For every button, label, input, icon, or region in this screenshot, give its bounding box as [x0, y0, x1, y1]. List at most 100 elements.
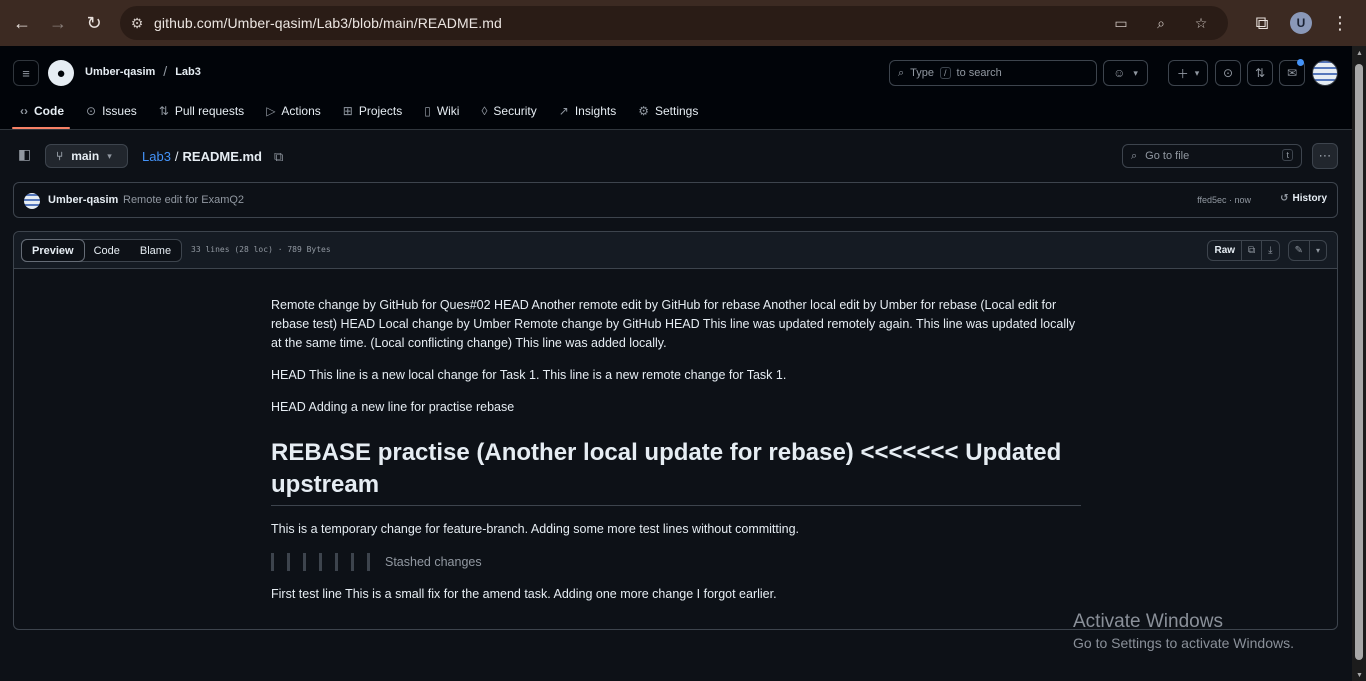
- history-label: History: [1292, 193, 1327, 204]
- tab-preview[interactable]: Preview: [21, 239, 85, 262]
- tab-pull-requests[interactable]: ⇅ Pull requests: [151, 100, 252, 122]
- url-text: github.com/Umber-qasim/Lab3/blob/main/RE…: [154, 15, 502, 31]
- browser-menu-icon[interactable]: ⋮: [1322, 5, 1358, 41]
- blockquote-bar: [335, 552, 338, 571]
- scroll-up-icon[interactable]: ▲: [1356, 50, 1363, 57]
- site-info-icon[interactable]: ⚙: [120, 6, 154, 40]
- tab-settings[interactable]: ⚙ Settings: [630, 100, 706, 122]
- zoom-icon[interactable]: ⌕: [1144, 6, 1178, 40]
- notification-dot: [1297, 59, 1304, 66]
- sidebar-toggle-icon[interactable]: ◧: [18, 146, 31, 163]
- breadcrumb-repo-link[interactable]: Lab3: [142, 149, 171, 165]
- github-header: ≡ ● Umber-qasim / Lab3 ⌕ Type / to searc…: [0, 46, 1352, 130]
- search-input[interactable]: ⌕ Type / to search: [889, 60, 1097, 86]
- windows-activation-watermark: Activate Windows Go to Settings to activ…: [1073, 611, 1294, 651]
- readme-paragraph: Remote change by GitHub for Ques#02 HEAD…: [271, 298, 1076, 350]
- copy-icon[interactable]: ⧉: [1241, 241, 1261, 260]
- commit-author[interactable]: Umber-qasim: [48, 194, 118, 206]
- tab-issues[interactable]: ⊙ Issues: [78, 100, 145, 122]
- blockquote-bar: [303, 552, 306, 571]
- branch-selector[interactable]: ⑂ main ▾: [45, 144, 128, 168]
- edit-pencil-icon[interactable]: ✎: [1289, 241, 1309, 260]
- reload-icon[interactable]: ↻: [76, 5, 112, 41]
- blockquote-bar: [319, 552, 322, 571]
- chevron-down-icon: ▾: [1133, 67, 1138, 78]
- forward-icon[interactable]: →: [40, 5, 76, 41]
- file-info: 33 lines (28 loc) · 789 Bytes: [191, 245, 331, 254]
- tab-actions[interactable]: ▷ Actions: [258, 100, 329, 122]
- commit-message[interactable]: Remote edit for ExamQ2: [123, 194, 244, 206]
- search-shortcut: /: [940, 67, 951, 79]
- tab-code[interactable]: ‹› Code: [12, 100, 72, 122]
- search-suffix: to search: [956, 67, 1002, 79]
- edit-group: ✎ ▾: [1287, 240, 1327, 261]
- tab-wiki[interactable]: ▯ Wiki: [416, 100, 467, 122]
- chevron-down-icon: ▾: [1194, 67, 1200, 78]
- raw-copy-download-group: Raw ⧉ ⤓: [1207, 240, 1280, 261]
- tab-label: Code: [34, 104, 64, 118]
- commit-meta[interactable]: ffed5ec · now: [1197, 195, 1251, 205]
- commit-author-avatar[interactable]: [24, 193, 40, 209]
- back-icon[interactable]: ←: [4, 5, 40, 41]
- user-avatar[interactable]: [1312, 60, 1338, 86]
- blockquote-text: Stashed changes: [385, 554, 482, 569]
- code-icon: ‹›: [20, 104, 28, 118]
- tab-label: Projects: [358, 104, 403, 118]
- blockquote-bar: [367, 552, 370, 571]
- blockquote-bar: [271, 552, 274, 571]
- github-logo-icon[interactable]: ●: [48, 60, 74, 86]
- hamburger-menu-icon[interactable]: ≡: [13, 60, 39, 86]
- tab-code-view[interactable]: Code: [84, 240, 130, 261]
- page-scrollbar[interactable]: ▲ ▼: [1352, 46, 1366, 681]
- copy-path-icon[interactable]: ⧉: [274, 149, 283, 165]
- extensions-icon[interactable]: ⧉: [1244, 5, 1280, 41]
- chevron-down-icon: ▾: [107, 150, 112, 161]
- owner-link[interactable]: Umber-qasim: [85, 66, 155, 79]
- history-button[interactable]: ↺ History: [1280, 193, 1327, 204]
- readme-paragraph: First test line This is a small fix for …: [271, 587, 777, 601]
- tab-projects[interactable]: ⊞ Projects: [335, 100, 410, 122]
- blockquote-bar: [287, 552, 290, 571]
- watermark-subtitle: Go to Settings to activate Windows.: [1073, 635, 1294, 651]
- tab-label: Wiki: [436, 104, 460, 118]
- pull-requests-icon[interactable]: ⇅: [1247, 60, 1273, 86]
- scrollbar-thumb[interactable]: [1355, 64, 1363, 660]
- readme-paragraph: This is a temporary change for feature-b…: [271, 522, 800, 536]
- active-tab-underline: [12, 127, 70, 129]
- tab-insights[interactable]: ↗ Insights: [551, 100, 624, 122]
- chevron-down-icon[interactable]: ▾: [1308, 241, 1326, 260]
- go-to-file-placeholder: Go to file: [1145, 150, 1190, 162]
- search-icon: ⌕: [1131, 149, 1138, 162]
- nested-blockquote: Stashed changes: [271, 552, 1081, 571]
- create-new-button[interactable]: ＋ ▾: [1168, 60, 1208, 86]
- bookmark-star-icon[interactable]: ☆: [1184, 6, 1218, 40]
- repo-link[interactable]: Lab3: [175, 66, 201, 79]
- issues-icon[interactable]: ⊙: [1215, 60, 1241, 86]
- scroll-down-icon[interactable]: ▼: [1356, 672, 1363, 679]
- address-bar[interactable]: ⚙ github.com/Umber-qasim/Lab3/blob/main/…: [120, 6, 1228, 40]
- graph-icon: ↗: [558, 104, 569, 118]
- table-icon: ⊞: [342, 104, 353, 118]
- readme-content: Remote change by GitHub for Ques#02 HEAD…: [271, 296, 1081, 617]
- file-bar: ◧ ⑂ main ▾ Lab3 / README.md ⧉ ⌕ Go to fi…: [0, 130, 1352, 180]
- breadcrumb: Lab3 / README.md ⧉: [142, 149, 283, 165]
- context-breadcrumb: Umber-qasim / Lab3: [85, 63, 201, 79]
- issue-icon: ⊙: [86, 104, 97, 118]
- history-icon: ↺: [1280, 193, 1289, 204]
- latest-commit-bar: Umber-qasim Remote edit for ExamQ2 ffed5…: [13, 182, 1338, 218]
- raw-button[interactable]: Raw: [1208, 241, 1241, 260]
- tab-security[interactable]: ◊ Security: [473, 100, 544, 122]
- repo-nav: ‹› Code ⊙ Issues ⇅ Pull requests ▷ Actio…: [12, 100, 712, 122]
- go-to-file-input[interactable]: ⌕ Go to file t: [1122, 144, 1302, 168]
- file-actions: Raw ⧉ ⤓ ✎ ▾: [1207, 240, 1327, 261]
- tab-blame[interactable]: Blame: [130, 240, 181, 261]
- more-options-icon[interactable]: ⋯: [1312, 143, 1338, 169]
- copilot-button[interactable]: ☺ ▾: [1103, 60, 1148, 86]
- profile-avatar[interactable]: U: [1290, 12, 1312, 34]
- gear-icon: ⚙: [638, 104, 649, 118]
- tab-label: Insights: [574, 104, 617, 118]
- breadcrumb-separator: /: [163, 63, 168, 79]
- install-app-icon[interactable]: ▭: [1104, 6, 1138, 40]
- tab-label: Settings: [654, 104, 699, 118]
- download-icon[interactable]: ⤓: [1261, 241, 1278, 260]
